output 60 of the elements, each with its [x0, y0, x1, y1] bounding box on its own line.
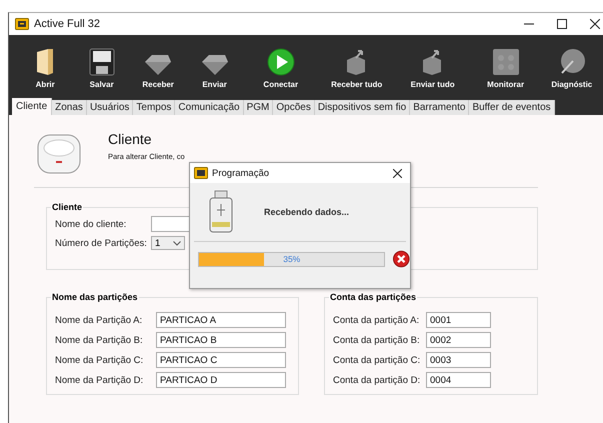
- close-icon[interactable]: [393, 168, 402, 178]
- account-field[interactable]: 0003: [426, 352, 491, 368]
- toolbar-button[interactable]: Conectar: [242, 48, 319, 98]
- group-title: Cliente: [51, 202, 84, 212]
- tab[interactable]: Tempos: [133, 100, 176, 115]
- window-title: Active Full 32: [34, 18, 100, 30]
- cancel-icon[interactable]: [393, 250, 410, 268]
- field-label: Nome da Partição A:: [55, 314, 144, 326]
- field-label: Nome da Partição C:: [55, 354, 144, 366]
- field-label: Conta da partição A:: [333, 314, 420, 326]
- toolbar-button[interactable]: Receber: [130, 54, 186, 98]
- field-label: Nome da Partição D:: [55, 374, 144, 386]
- tab[interactable]: Comunicação: [175, 100, 244, 115]
- play-icon: [266, 48, 295, 76]
- device-icon: [36, 133, 82, 175]
- box-arrow-icon: [422, 48, 444, 76]
- toolbar-button[interactable]: Salvar: [73, 48, 130, 98]
- account-field[interactable]: 0002: [426, 332, 491, 348]
- field-label: Nome do cliente:: [55, 218, 128, 230]
- tab[interactable]: Cliente: [12, 98, 52, 115]
- account-field[interactable]: 0001: [426, 312, 491, 328]
- caret-icon: [173, 240, 181, 246]
- close-icon[interactable]: [590, 19, 600, 29]
- group-title: Conta das partições: [329, 292, 418, 302]
- field-label: Nome da Partição B:: [55, 334, 144, 346]
- tab[interactable]: Buffer de eventos: [469, 100, 555, 115]
- partitions-dropdown[interactable]: 1: [151, 236, 185, 250]
- field-label: Número de Partições:: [55, 238, 148, 248]
- tab[interactable]: Usuários: [86, 100, 134, 115]
- group-title: Nome das partições: [51, 292, 139, 302]
- account-field[interactable]: 0004: [426, 372, 491, 388]
- field-label: Conta da partição B:: [333, 334, 421, 346]
- toolbar-button[interactable]: Enviar tudo: [394, 48, 471, 98]
- toolbar-button[interactable]: Monitorar: [470, 48, 541, 98]
- partition-name-field[interactable]: PARTICAO B: [156, 332, 286, 348]
- partition-name-field[interactable]: PARTICAO A: [156, 312, 286, 328]
- tab[interactable]: Dispositivos sem fio: [314, 100, 410, 115]
- toolbar-button[interactable]: Abrir: [17, 48, 74, 98]
- tab[interactable]: Opcões: [273, 100, 315, 115]
- progress-reading: 35%: [283, 254, 300, 264]
- app-icon: [15, 18, 29, 30]
- tab[interactable]: Barramento: [410, 100, 470, 115]
- diamond-icon: [144, 54, 172, 76]
- tab[interactable]: Zonas: [52, 100, 87, 115]
- diamond-icon: [200, 54, 229, 76]
- partition-name-field[interactable]: PARTICAO C: [156, 352, 286, 368]
- status-message: Recebendo dados...: [264, 207, 350, 217]
- partition-name-field[interactable]: PARTICAO D: [156, 372, 286, 388]
- box-arrow-icon: [346, 48, 368, 76]
- toolbar-button[interactable]: Enviar: [186, 54, 243, 98]
- tab[interactable]: PGM: [244, 100, 274, 115]
- app-icon: [194, 167, 208, 179]
- dialog-title: Programação: [212, 168, 270, 178]
- page-title: Cliente: [108, 131, 153, 147]
- field-label: Conta da partição C:: [333, 354, 422, 366]
- toolbar-button[interactable]: Receber tudo: [318, 48, 395, 98]
- maximize-icon[interactable]: [557, 19, 567, 29]
- field-label: Conta da partição D:: [333, 374, 422, 386]
- monitor-panel-icon: [492, 48, 520, 76]
- toolbar-button[interactable]: Diagnóstic: [540, 48, 603, 98]
